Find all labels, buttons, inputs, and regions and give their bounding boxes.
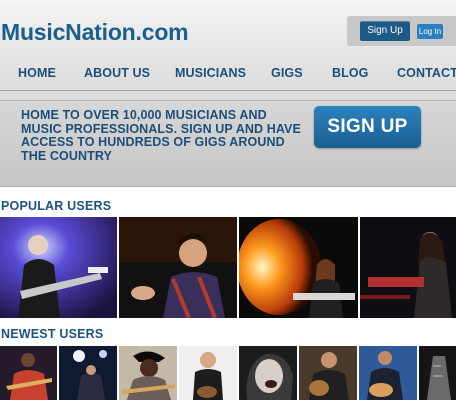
popular-user-photo[interactable] xyxy=(360,217,456,318)
hero-text: HOME TO OVER 10,000 MUSICIANS AND MUSIC … xyxy=(21,108,301,163)
site-logo[interactable]: MusicNation.com xyxy=(1,19,189,46)
popular-users-title: POPULAR USERS xyxy=(1,199,112,213)
nav-about-us[interactable]: ABOUT US xyxy=(84,66,150,80)
newest-user-photo[interactable] xyxy=(0,346,57,400)
main-nav: HOME ABOUT US MUSICIANS GIGS BLOG CONTAC… xyxy=(0,66,456,86)
popular-user-photo[interactable] xyxy=(119,217,237,318)
popular-user-photo[interactable] xyxy=(0,217,117,318)
nav-divider xyxy=(0,90,456,91)
nav-gigs[interactable]: GIGS xyxy=(271,66,303,80)
newest-users-title: NEWEST USERS xyxy=(1,327,104,341)
nav-blog[interactable]: BLOG xyxy=(332,66,369,80)
newest-user-photo[interactable] xyxy=(299,346,357,400)
site-header: MusicNation.com Sign Up Log In HOME ABOU… xyxy=(0,0,456,112)
login-button[interactable]: Log In xyxy=(417,24,443,39)
hero-signup-button[interactable]: SIGN UP xyxy=(314,106,421,148)
newest-user-photo[interactable] xyxy=(59,346,117,400)
newest-user-photo[interactable] xyxy=(179,346,237,400)
auth-box: Sign Up Log In xyxy=(347,16,456,46)
nav-home[interactable]: HOME xyxy=(18,66,56,80)
signup-button[interactable]: Sign Up xyxy=(360,21,410,41)
newest-user-photo[interactable] xyxy=(419,346,456,400)
hero-banner: HOME TO OVER 10,000 MUSICIANS AND MUSIC … xyxy=(0,100,456,187)
newest-user-photo[interactable] xyxy=(119,346,177,400)
newest-user-photo[interactable] xyxy=(239,346,297,400)
nav-musicians[interactable]: MUSICIANS xyxy=(175,66,246,80)
popular-user-photo[interactable] xyxy=(239,217,358,318)
newest-user-photo[interactable] xyxy=(359,346,417,400)
nav-contact[interactable]: CONTACT xyxy=(397,66,456,80)
